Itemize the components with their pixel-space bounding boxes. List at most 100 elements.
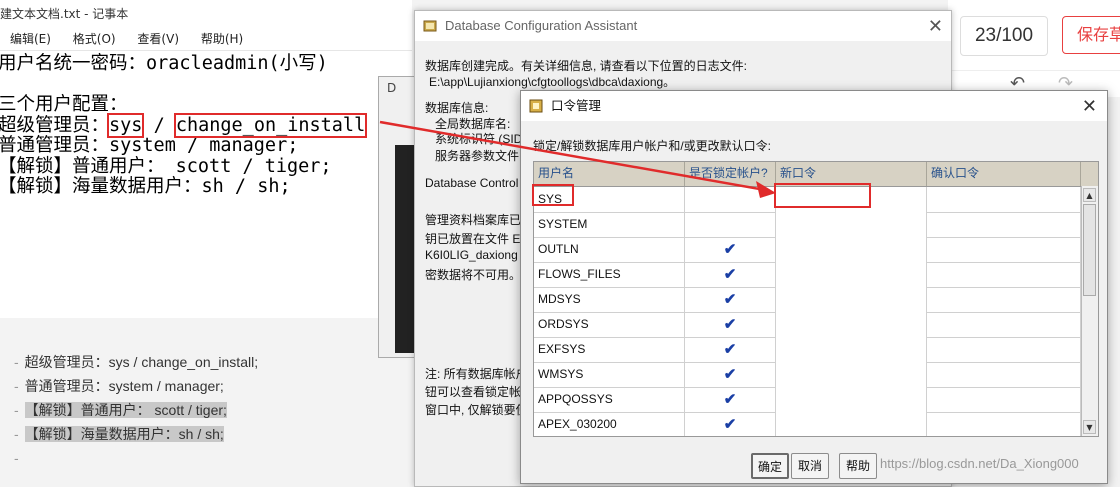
close-icon[interactable]: ✕: [1082, 91, 1097, 121]
text-line: 【解锁】普通用户： scott / tiger;: [0, 155, 332, 177]
checkmark-icon: ✔: [723, 316, 737, 333]
dbca-param-file: 服务器参数文件: [435, 149, 520, 163]
list-item: - 普通管理员：system / manager;: [14, 378, 224, 394]
username-cell: SYS: [534, 187, 685, 212]
table-row[interactable]: SYS: [534, 187, 1081, 213]
confirm-password-field[interactable]: [927, 212, 1081, 237]
col-new-password[interactable]: 新口令: [776, 162, 927, 186]
confirm-password-field[interactable]: [927, 337, 1081, 362]
text-line: 普通管理员：system / manager;: [0, 135, 299, 156]
table-row[interactable]: MDSYS ✔: [534, 287, 1081, 313]
username-cell: SYSTEM: [534, 212, 685, 237]
new-password-field[interactable]: [776, 412, 927, 436]
dbca-note: 注: 所有数据库帐户: [425, 367, 528, 381]
menu-edit[interactable]: 编辑(E): [10, 32, 51, 46]
confirm-password-field[interactable]: [927, 287, 1081, 312]
text-line: 用户名统一密码：oracleadmin(小写): [0, 53, 328, 74]
username-cell: MDSYS: [534, 287, 685, 312]
dbca-repo: 钥已放置在文件 E: [425, 232, 521, 246]
text-line: 三个用户配置：: [0, 94, 128, 115]
table-row[interactable]: OUTLN ✔: [534, 237, 1081, 263]
confirm-password-field[interactable]: [927, 187, 1081, 212]
text-line: [0, 75, 412, 96]
table-row[interactable]: SYSTEM: [534, 212, 1081, 238]
new-password-field[interactable]: [776, 337, 927, 362]
locked-checkbox[interactable]: ✔: [685, 312, 776, 337]
background-dialog-title: D: [387, 81, 397, 95]
locked-checkbox[interactable]: ✔: [685, 362, 776, 387]
save-draft-button[interactable]: 保存草: [1062, 16, 1120, 54]
dbca-repo: 密数据将不可用。: [425, 268, 522, 282]
locked-checkbox[interactable]: ✔: [685, 337, 776, 362]
new-password-field[interactable]: [776, 212, 927, 237]
new-password-field[interactable]: [776, 362, 927, 387]
list-item: - 超级管理员：sys / change_on_install;: [14, 354, 259, 370]
dbca-log-path: E:\app\Lujianxiong\cfgtoollogs\dbca\daxi…: [429, 75, 676, 89]
col-username[interactable]: 用户名: [534, 162, 685, 186]
confirm-password-field[interactable]: [927, 412, 1081, 436]
pwd-title: 口令管理: [551, 99, 602, 113]
confirm-password-field[interactable]: [927, 312, 1081, 337]
scroll-up-icon[interactable]: ▲: [1083, 188, 1096, 202]
dbca-note: 窗口中, 仅解锁要使: [425, 403, 528, 417]
text-line: 【解锁】海量数据用户：sh / sh;: [0, 176, 291, 197]
locked-checkbox[interactable]: ✔: [685, 387, 776, 412]
locked-checkbox[interactable]: ✔: [685, 237, 776, 262]
locked-checkbox[interactable]: ✔: [685, 412, 776, 436]
help-button[interactable]: 帮助: [839, 453, 877, 479]
dbca-repo: 管理资料档案库已: [425, 213, 522, 227]
table-row[interactable]: APEX_030200 ✔: [534, 412, 1081, 436]
table-row[interactable]: ORDSYS ✔: [534, 312, 1081, 338]
new-password-field[interactable]: [776, 387, 927, 412]
cancel-button[interactable]: 取消: [791, 453, 829, 479]
username-cell: APPQOSSYS: [534, 387, 685, 412]
sys-user-highlight: sys: [106, 112, 145, 138]
username-cell: APEX_030200: [534, 412, 685, 436]
notepad-window: 建文本文档.txt - 记事本 编辑(E) 格式(O) 查看(V) 帮助(H) …: [0, 0, 412, 318]
confirm-password-field[interactable]: [927, 237, 1081, 262]
sys-password-highlight: change_on_install: [173, 112, 368, 138]
dbca-repo: K6I0LIG_daxiong: [425, 248, 518, 262]
scroll-down-icon[interactable]: ▼: [1083, 420, 1096, 434]
scroll-thumb[interactable]: [1083, 204, 1096, 296]
menu-view[interactable]: 查看(V): [137, 32, 179, 46]
username-cell: OUTLN: [534, 237, 685, 262]
col-locked[interactable]: 是否锁定帐户?: [685, 162, 776, 186]
new-password-field[interactable]: [776, 187, 927, 212]
locked-checkbox[interactable]: ✔: [685, 287, 776, 312]
menu-help[interactable]: 帮助(H): [201, 32, 243, 46]
checkmark-icon: ✔: [723, 341, 737, 358]
text-line: 超级管理员：sys / change_on_install: [0, 112, 412, 138]
new-password-field[interactable]: [776, 312, 927, 337]
close-icon[interactable]: ✕: [928, 11, 943, 41]
notepad-text-area[interactable]: 用户名统一密码：oracleadmin(小写) 三个用户配置： 超级管理员：sy…: [0, 51, 412, 198]
title-char-count: 23/100: [960, 16, 1048, 56]
username-cell: EXFSYS: [534, 337, 685, 362]
ok-button[interactable]: 确定: [751, 453, 789, 479]
pwd-titlebar: 口令管理 ✕: [521, 91, 1107, 121]
confirm-password-field[interactable]: [927, 387, 1081, 412]
dbca-sid: 系统标识符 (SID: [435, 132, 523, 146]
vertical-scrollbar[interactable]: ▲ ▼: [1081, 186, 1098, 436]
new-password-field[interactable]: [776, 287, 927, 312]
checkmark-icon: ✔: [723, 241, 737, 258]
new-password-field[interactable]: [776, 237, 927, 262]
table-row[interactable]: FLOWS_FILES ✔: [534, 262, 1081, 288]
locked-checkbox[interactable]: ✔: [685, 262, 776, 287]
table-row[interactable]: EXFSYS ✔: [534, 337, 1081, 363]
dbca-text: 数据库创建完成。有关详细信息, 请查看以下位置的日志文件:: [425, 59, 748, 73]
list-item: -: [14, 450, 19, 466]
confirm-password-field[interactable]: [927, 362, 1081, 387]
col-confirm-password[interactable]: 确认口令: [927, 162, 1081, 186]
confirm-password-field[interactable]: [927, 262, 1081, 287]
pwd-description: 锁定/解锁数据库用户帐户和/或更改默认口令:: [533, 139, 772, 153]
locked-checkbox[interactable]: [685, 212, 776, 237]
menu-format[interactable]: 格式(O): [73, 32, 116, 46]
new-password-field[interactable]: [776, 262, 927, 287]
checkmark-icon: ✔: [723, 416, 737, 433]
database-icon: [423, 20, 437, 32]
locked-checkbox[interactable]: [685, 187, 776, 212]
table-row[interactable]: WMSYS ✔: [534, 362, 1081, 388]
table-row[interactable]: APPQOSSYS ✔: [534, 387, 1081, 413]
text-prefix: 超级管理员：: [0, 114, 110, 136]
